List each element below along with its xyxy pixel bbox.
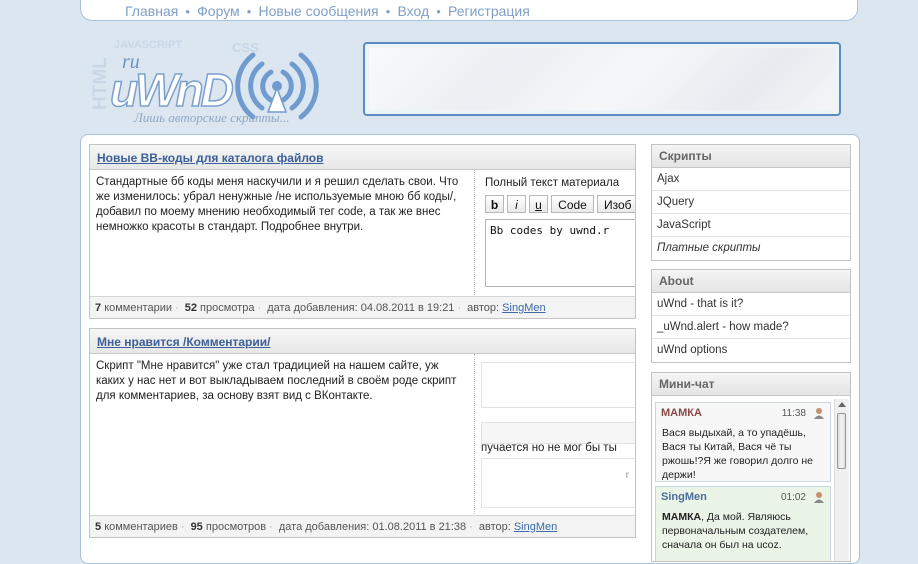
post-comment-preview: пучается но не мог бы ты r (474, 354, 635, 514)
editor-title: Полный текст материала (485, 177, 620, 189)
mini-chat-block: Мини-чат МАМКА 11:38 Вася выдыхай, а то … (651, 372, 851, 562)
nav-separator-icon: ● (185, 7, 191, 16)
date-label: дата добавления: (278, 521, 370, 533)
preview-box-bottom (481, 458, 635, 508)
block-title: About (652, 270, 850, 293)
chat-mention[interactable]: МАМКА (662, 511, 701, 523)
post-text: Скрипт "Мне нравится" уже стал традицией… (96, 360, 457, 402)
post-text: Стандартные бб коды меня наскучили и я р… (96, 176, 459, 233)
post-footer: 5 комментариев · 95 просмотров · дата доба… (90, 515, 635, 537)
nav-home-link[interactable]: Главная (125, 3, 178, 19)
banner-inner (369, 48, 835, 110)
scroll-thumb[interactable] (837, 413, 846, 469)
chat-time: 11:38 (781, 408, 806, 419)
user-icon[interactable] (813, 491, 825, 503)
nav-register-link[interactable]: Регистрация (448, 3, 530, 19)
author-label: автор: (467, 302, 500, 314)
chat-message-text: МАМКА, Да мой. Являюсь первоначальным со… (656, 508, 830, 554)
sidebar-item-uwnd-options[interactable]: uWnd options (652, 339, 850, 362)
chat-message: МАМКА 11:38 Вася выдыхай, а то упадёшь, … (655, 402, 831, 482)
top-navigation: Главная ● Форум ● Новые сообщения ● Вход ● Регис… (80, 0, 858, 21)
post-body: Скрипт "Мне нравится" уже стал традицией… (90, 354, 635, 514)
bold-button[interactable]: b (485, 195, 504, 213)
nav-new-messages-link[interactable]: Новые сообщения (259, 3, 379, 19)
header-banner (363, 42, 841, 116)
logo-tag-javascript: JAVASCRIPT (114, 39, 182, 51)
nav-separator-icon: ● (436, 7, 441, 16)
preview-corner-mark: r (625, 470, 629, 481)
author-link[interactable]: SingMen (514, 521, 557, 533)
block-title: Мини-чат (652, 373, 850, 396)
views-label: просмотров (205, 521, 267, 533)
views-count: 95 (190, 521, 203, 533)
sidebar-item-javascript[interactable]: JavaScript (652, 214, 850, 237)
date-label: дата добавления: (267, 302, 358, 314)
italic-button[interactable]: i (507, 195, 526, 213)
signal-icon (235, 52, 319, 120)
preview-box-middle (481, 422, 635, 444)
user-icon[interactable] (813, 407, 825, 419)
sidebar-item-jquery[interactable]: JQuery (652, 191, 850, 214)
chat-scrollbar[interactable] (834, 399, 849, 561)
chat-message-header: SingMen 01:02 (656, 487, 830, 508)
post-item: Новые BB-коды для каталога файлов Станда… (89, 144, 636, 319)
chat-messages: МАМКА 11:38 Вася выдыхай, а то упадёшь, … (655, 399, 835, 561)
views-count: 52 (184, 302, 197, 314)
post-title-link[interactable]: Новые BB-коды для каталога файлов (97, 151, 324, 165)
post-item: Мне нравится /Комментарии/ Скрипт "Мне н… (89, 328, 636, 538)
nav-separator-icon: ● (385, 7, 391, 16)
scroll-up-icon[interactable] (838, 402, 846, 407)
comments-label: комментариев (104, 521, 178, 533)
sidebar-item-paid-scripts[interactable]: Платные скрипты (652, 237, 850, 260)
logo-tag-html: HTML (90, 57, 111, 110)
sidebar-item-ajax[interactable]: Ajax (652, 168, 850, 191)
logo-tag-css: CSS (232, 40, 259, 55)
about-block: About uWnd - that is it? _uWnd.alert - h… (651, 269, 851, 363)
chat-user-name[interactable]: SingMen (661, 491, 707, 503)
post-header: Мне нравится /Комментарии/ (90, 329, 635, 354)
chat-message: SingMen 01:02 МАМКА, Да мой. Являюсь пер… (655, 486, 831, 561)
nav-separator-icon: ● (246, 7, 252, 16)
code-button[interactable]: Code (551, 195, 594, 213)
nav-login-link[interactable]: Вход (397, 3, 429, 19)
nav-forum-link[interactable]: Форум (197, 3, 240, 19)
logo-slogan: Лишь авторские скрипты... (133, 110, 289, 125)
post-body: Стандартные бб коды меня наскучили и я р… (90, 170, 635, 295)
post-date: 01.08.2011 в 21:38 (372, 521, 467, 533)
preview-text: пучается но не мог бы ты (481, 442, 617, 454)
underline-button[interactable]: u (529, 195, 548, 213)
views-label: просмотра (200, 302, 255, 314)
block-title: Скрипты (652, 145, 850, 168)
post-date: 04.08.2011 в 19:21 (360, 302, 455, 314)
post-header: Новые BB-коды для каталога файлов (90, 145, 635, 170)
author-link[interactable]: SingMen (502, 302, 545, 314)
nav-links: Главная ● Форум ● Новые сообщения ● Вход ● Регис… (125, 3, 530, 19)
chat-user-name[interactable]: МАМКА (661, 407, 702, 419)
post-editor-preview: Полный текст материала b i u Code Изоб B… (474, 170, 635, 295)
sidebar-item-alert-how-made[interactable]: _uWnd.alert - how made? (652, 316, 850, 339)
comments-label: комментарии (104, 302, 172, 314)
comments-count: 7 (95, 302, 102, 314)
post-footer: 7 комментарии · 52 просмотра · дата добавл… (90, 296, 635, 318)
image-button[interactable]: Изоб (597, 195, 635, 213)
chat-message-header: МАМКА 11:38 (656, 403, 830, 424)
scripts-block: Скрипты Ajax JQuery JavaScript Платные с… (651, 144, 851, 261)
author-label: автор: (478, 521, 511, 533)
logo-name: uWnD (110, 64, 233, 116)
editor-textarea[interactable]: Bb codes by uwnd.r (485, 219, 635, 287)
preview-box-top (481, 362, 635, 408)
sidebar-item-about-uwnd[interactable]: uWnd - that is it? (652, 293, 850, 316)
post-title-link[interactable]: Мне нравится /Комментарии/ (97, 335, 270, 349)
chat-time: 01:02 (780, 492, 806, 503)
comments-count: 5 (95, 521, 102, 533)
site-logo[interactable]: HTML JAVASCRIPT CSS ru uWnD Лишь авторск… (84, 28, 359, 128)
chat-message-text: Вася выдыхай, а то упадёшь, Вася ты Кита… (662, 427, 813, 481)
